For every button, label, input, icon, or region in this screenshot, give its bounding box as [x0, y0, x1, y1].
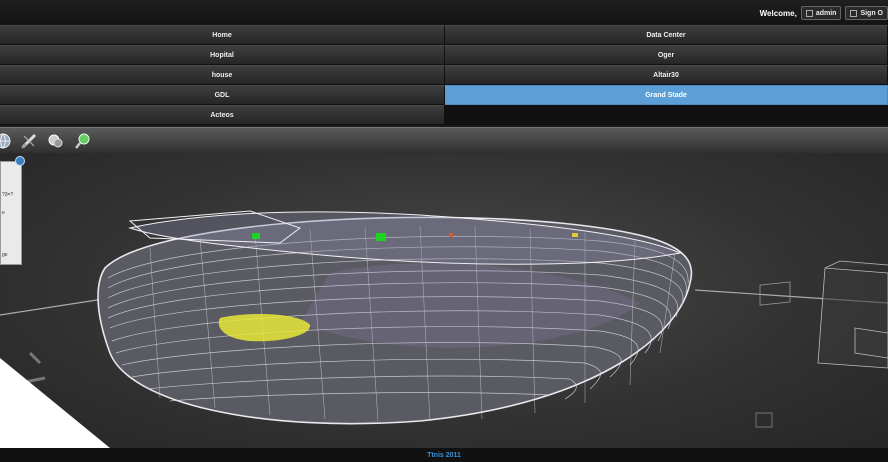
green-marker-1 — [252, 233, 260, 239]
panel-close-icon[interactable] — [15, 156, 25, 166]
menu-item-oger[interactable]: Oger — [445, 45, 888, 65]
user-button[interactable]: admin — [800, 6, 842, 20]
yellow-marker — [572, 233, 578, 237]
user-area: Welcome, admin Sign O — [760, 6, 888, 20]
footer: Ttnis 2011 — [0, 448, 888, 462]
top-bar: Welcome, admin Sign O — [0, 0, 888, 25]
orange-marker — [449, 233, 453, 237]
info-panel: ?3=? e ge — [0, 161, 22, 265]
menu-item-home[interactable]: Home — [0, 25, 445, 45]
panel-line-2: e — [2, 210, 5, 216]
sign-out-icon — [850, 9, 858, 17]
sign-out-label: Sign O — [860, 9, 883, 17]
user-name: admin — [815, 9, 837, 17]
menu-item-hopital[interactable]: Hopital — [0, 45, 445, 65]
menu-empty-cell — [445, 105, 888, 125]
site-menu: Home Data Center Hopital Oger house Alta… — [0, 25, 888, 125]
panel-line-3: ge — [2, 252, 8, 258]
globe-icon[interactable] — [0, 132, 12, 150]
viewer-toolbar — [0, 127, 888, 154]
menu-item-acteos[interactable]: Acteos — [0, 105, 445, 125]
menu-item-data-center[interactable]: Data Center — [445, 25, 888, 45]
measure-icon[interactable] — [20, 132, 38, 150]
panel-line-1: ?3=? — [2, 192, 14, 198]
stadium-model — [0, 210, 888, 448]
footer-text: Ttnis 2011 — [427, 451, 461, 459]
menu-item-altair30[interactable]: Altair30 — [445, 65, 888, 85]
layers-icon[interactable] — [47, 132, 65, 150]
search-icon[interactable] — [74, 132, 92, 150]
menu-item-grand-stade[interactable]: Grand Stade — [445, 85, 888, 105]
sign-out-button[interactable]: Sign O — [845, 6, 888, 20]
menu-item-house[interactable]: house — [0, 65, 445, 85]
green-marker-2 — [376, 233, 386, 241]
3d-viewport[interactable]: ?3=? e ge — [0, 153, 888, 448]
menu-item-gdl[interactable]: GDL — [0, 85, 445, 105]
welcome-label: Welcome, — [759, 8, 797, 18]
user-icon — [805, 9, 813, 17]
